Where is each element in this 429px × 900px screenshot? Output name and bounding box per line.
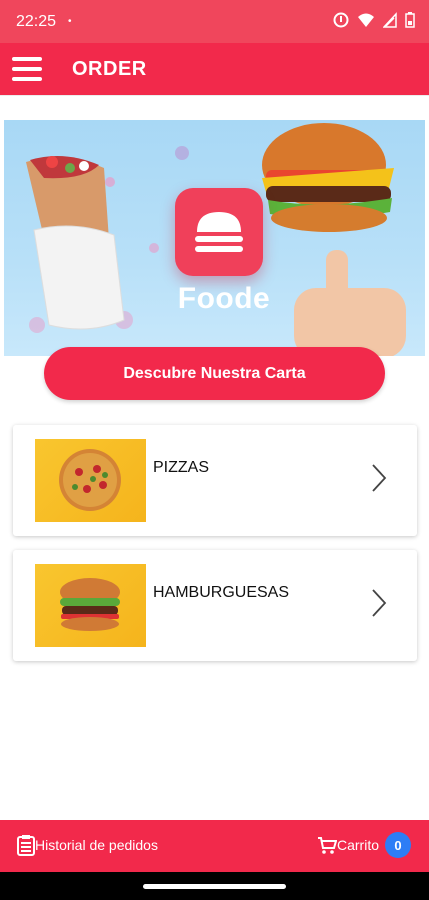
hamburger-menu-icon[interactable] [12, 57, 42, 81]
header-divider [0, 95, 429, 96]
brand-name: Foode [177, 282, 271, 315]
bottom-nav: Historial de pedidos Carrito 0 [0, 820, 429, 872]
status-time: 22:25 [16, 12, 57, 30]
status-bar: 22:25 • [0, 0, 429, 43]
burger-illustration [262, 123, 394, 232]
promo-banner: Foode [4, 120, 425, 356]
status-icons [333, 12, 415, 28]
shopping-cart-icon [317, 837, 337, 854]
pizza-image [35, 439, 146, 522]
thumbs-up-image [294, 250, 406, 356]
burger-image [35, 564, 146, 647]
history-label: Historial de pedidos [35, 837, 158, 853]
battery-icon [405, 12, 415, 28]
cart-button[interactable]: Carrito 0 [317, 832, 411, 858]
category-card-pizzas[interactable]: PIZZAS [13, 425, 417, 536]
wifi-icon [358, 13, 374, 27]
category-title: PIZZAS [153, 459, 210, 476]
data-saver-icon [333, 12, 349, 28]
chevron-right-icon [372, 464, 387, 492]
order-history-button[interactable]: Historial de pedidos [17, 834, 158, 856]
notification-dot: • [68, 16, 72, 27]
category-card-hamburguesas[interactable]: HAMBURGUESAS [13, 550, 417, 661]
cart-count-badge: 0 [385, 832, 411, 858]
category-title: HAMBURGUESAS [153, 584, 290, 601]
chevron-right-icon [372, 589, 387, 617]
app-bar: ORDER [0, 43, 429, 95]
cart-label: Carrito [336, 837, 379, 853]
clipboard-list-icon [17, 835, 35, 856]
home-gesture-handle[interactable] [143, 884, 286, 889]
discover-menu-button[interactable]: Descubre Nuestra Carta [44, 347, 385, 400]
foode-logo [175, 188, 263, 276]
page-title: ORDER [72, 57, 147, 80]
system-nav-bar [0, 872, 429, 900]
burger-icon [195, 212, 243, 252]
signal-icon [383, 12, 397, 28]
